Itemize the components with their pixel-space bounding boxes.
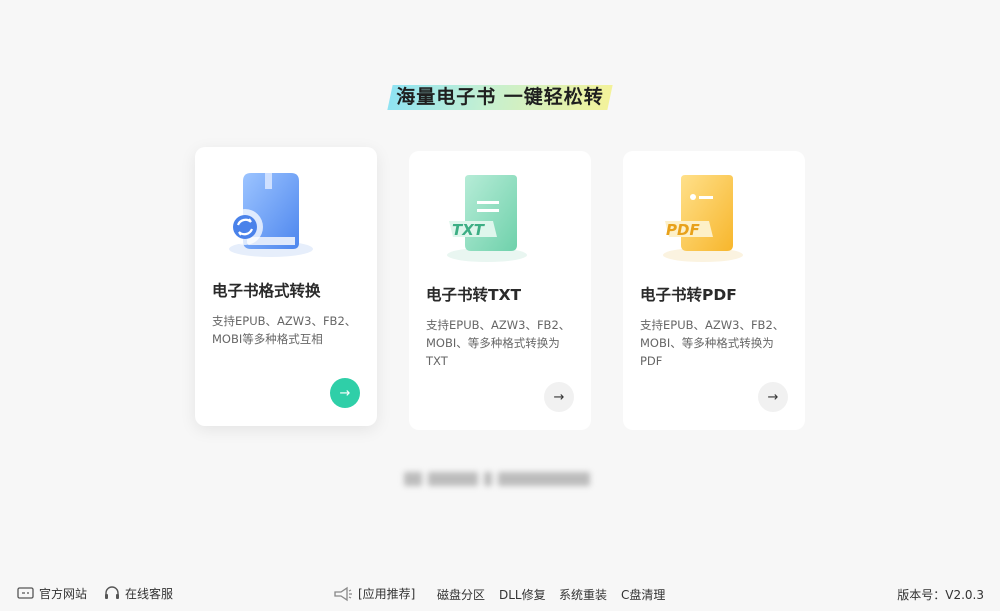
card-title: 电子书转TXT [426,286,522,304]
arrow-right-icon: → [339,385,351,401]
pdf-label: PDF [666,221,700,239]
app-recommend: [应用推荐] [333,585,415,602]
app-recommend-label: [应用推荐] [358,587,416,601]
link-system-reinstall[interactable]: 系统重装 [559,586,607,603]
online-service-link[interactable]: 在线客服 [104,585,173,602]
txt-label: TXT [452,221,485,239]
pdf-file-icon: PDF [649,171,749,266]
blurred-text [404,468,600,490]
headline: 海量电子书 一键轻松转 [0,78,1000,113]
card-title: 电子书格式转换 [212,282,321,300]
arrow-right-icon: → [767,389,779,405]
link-disk-partition[interactable]: 磁盘分区 [437,586,485,603]
online-service-label: 在线客服 [125,587,174,601]
card-ebook-to-pdf[interactable]: PDF 电子书转PDF 支持EPUB、AZW3、FB2、MOBI、等多种格式转换… [623,151,805,430]
footer: 官方网站 在线客服 [应用推荐] 磁盘分区 DLL修复 系统重装 C盘清理 版本… [0,585,1000,607]
card-ebook-convert[interactable]: 电子书格式转换 支持EPUB、AZW3、FB2、MOBI等多种格式互相 → [195,147,377,426]
card-title: 电子书转PDF [640,286,737,304]
card-arrow-button[interactable]: → [544,382,574,412]
link-dll-repair[interactable]: DLL修复 [499,586,546,603]
card-arrow-button[interactable]: → [758,382,788,412]
monitor-icon [17,586,34,599]
version-label: 版本号：V2.0.3 [897,588,984,602]
headset-icon [105,586,119,599]
arrow-right-icon: → [553,389,565,405]
ebook-convert-icon [221,167,321,262]
link-c-drive-clean[interactable]: C盘清理 [621,586,665,603]
megaphone-icon [334,586,352,601]
card-description: 支持EPUB、AZW3、FB2、MOBI等多种格式互相 [212,314,357,346]
txt-file-icon: TXT [435,171,535,266]
card-ebook-to-txt[interactable]: TXT 电子书转TXT 支持EPUB、AZW3、FB2、MOBI、等多种格式转换… [409,151,591,430]
card-description: 支持EPUB、AZW3、FB2、MOBI、等多种格式转换为TXT [426,318,571,368]
official-site-label: 官方网站 [39,587,88,601]
card-arrow-button[interactable]: → [330,378,360,408]
official-site-link[interactable]: 官方网站 [17,585,87,602]
headline-text: 海量电子书 一键轻松转 [396,86,604,108]
card-description: 支持EPUB、AZW3、FB2、MOBI、等多种格式转换为PDF [640,318,785,368]
